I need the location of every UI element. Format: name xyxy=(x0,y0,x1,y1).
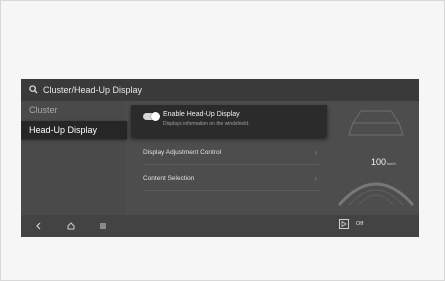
enable-hud-toggle[interactable] xyxy=(143,112,160,121)
content-selection-label: Content Selection xyxy=(143,175,195,182)
display-adjustment-control-item[interactable]: Display Adjustment Control › xyxy=(131,143,327,163)
bottom-bar: Off xyxy=(21,215,419,237)
divider xyxy=(143,190,319,191)
title-bar: Cluster/Head-Up Display xyxy=(21,79,419,101)
hud-speed-readout: 100km/h xyxy=(371,157,396,167)
hud-speed-value: 100 xyxy=(371,157,387,167)
sidebar-item-head-up-display[interactable]: Head-Up Display xyxy=(21,121,127,139)
divider xyxy=(143,164,319,165)
enable-hud-setting[interactable]: Enable Head-Up Display Displays informat… xyxy=(131,105,327,137)
manual-page-frame: Cluster/Head-Up Display Cluster Head-Up … xyxy=(0,0,445,281)
infotainment-screen: Cluster/Head-Up Display Cluster Head-Up … xyxy=(21,79,419,237)
menu-icon[interactable] xyxy=(97,220,109,232)
hud-preview: 100km/h xyxy=(333,101,419,215)
back-icon[interactable] xyxy=(33,220,45,232)
enable-hud-description: Displays information on the windshield. xyxy=(163,121,250,127)
toggle-knob xyxy=(151,112,160,121)
display-adjustment-control-label: Display Adjustment Control xyxy=(143,149,222,156)
chevron-right-icon: › xyxy=(314,174,317,183)
sidebar: Cluster Head-Up Display xyxy=(21,101,127,215)
search-icon[interactable] xyxy=(29,85,39,95)
settings-list: Enable Head-Up Display Displays informat… xyxy=(131,105,327,215)
content-selection-item[interactable]: Content Selection › xyxy=(131,169,327,189)
hud-speed-unit: km/h xyxy=(387,161,396,166)
enable-hud-title: Enable Head-Up Display xyxy=(163,111,240,118)
sidebar-item-cluster[interactable]: Cluster xyxy=(21,101,125,119)
home-icon[interactable] xyxy=(65,220,77,232)
hud-off-button[interactable] xyxy=(339,219,349,229)
hud-off-label: Off xyxy=(356,221,364,227)
chevron-right-icon: › xyxy=(314,148,317,157)
page-title: Cluster/Head-Up Display xyxy=(43,85,143,95)
play-icon xyxy=(341,221,347,227)
